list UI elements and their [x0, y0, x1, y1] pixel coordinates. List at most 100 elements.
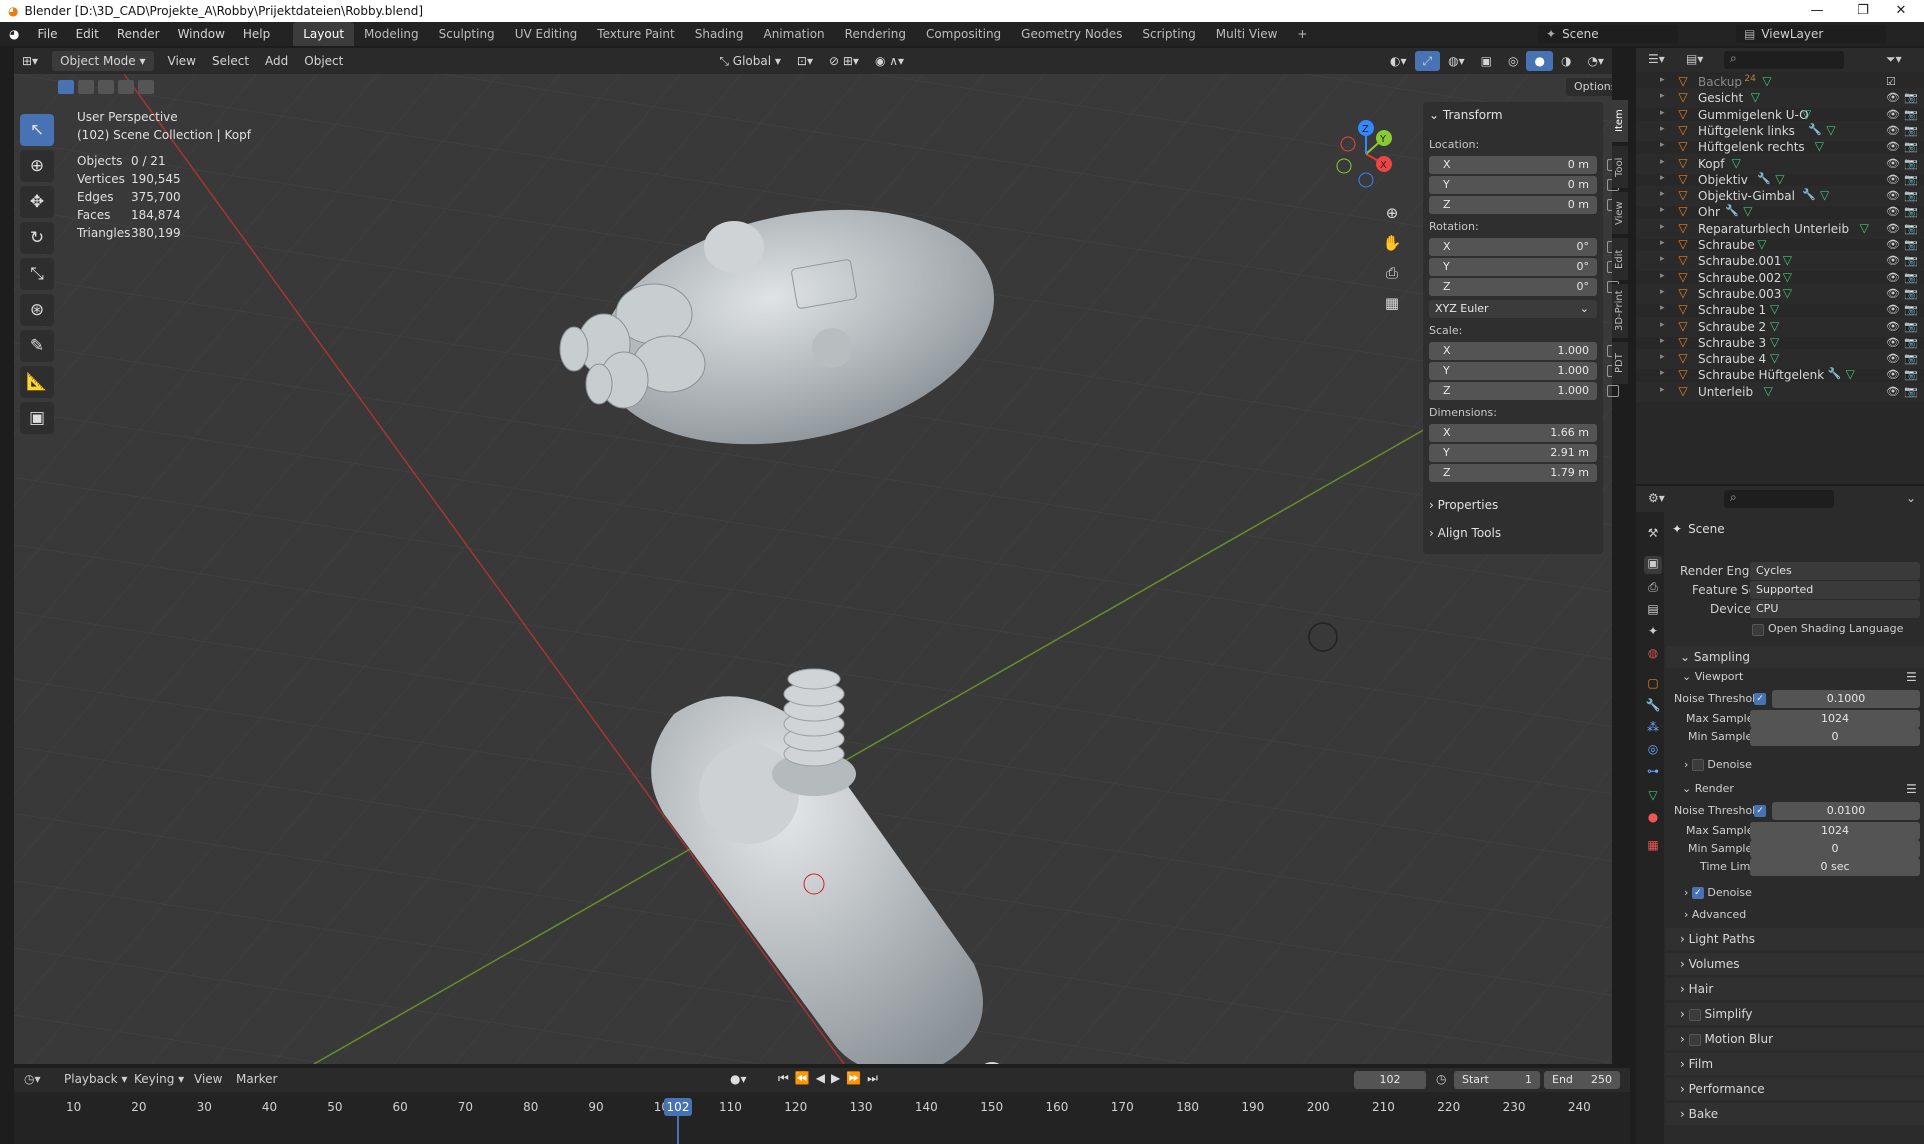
- material-tab-icon[interactable]: ●: [1644, 810, 1662, 828]
- camera-icon[interactable]: 📷: [1904, 336, 1918, 349]
- dimensions-z-field[interactable]: Z 1.79 m: [1429, 464, 1597, 482]
- mesh-data-icon[interactable]: ▽: [1846, 367, 1855, 381]
- properties-panel-header[interactable]: › Properties: [1429, 498, 1498, 512]
- menu-edit[interactable]: Edit: [67, 22, 108, 46]
- modifier-icon[interactable]: 🔧: [1802, 188, 1816, 201]
- vp-min-samples-field[interactable]: 0: [1750, 728, 1920, 746]
- expand-arrow-icon[interactable]: ▸: [1660, 303, 1665, 313]
- mesh-data-icon[interactable]: ▽: [1815, 139, 1824, 153]
- scene-selector[interactable]: ✦ Scene: [1538, 25, 1678, 43]
- rotation-x-field[interactable]: X 0°: [1429, 238, 1619, 256]
- start-frame-field[interactable]: Start 1: [1454, 1071, 1540, 1089]
- transform-tool-icon[interactable]: ⊛: [20, 294, 54, 326]
- tab-geometry-nodes[interactable]: Geometry Nodes: [1011, 22, 1132, 46]
- record-icon[interactable]: ●▾: [730, 1072, 747, 1086]
- r-denoise-checkbox[interactable]: ✓: [1691, 887, 1704, 899]
- eye-icon[interactable]: 👁: [1886, 173, 1900, 186]
- rotation-z-field[interactable]: Z 0°: [1429, 278, 1619, 296]
- world-tab-icon[interactable]: ◍: [1644, 646, 1662, 664]
- marker-menu[interactable]: Marker: [236, 1072, 277, 1086]
- mesh-data-icon[interactable]: ▽: [1751, 90, 1760, 104]
- expand-arrow-icon[interactable]: ▸: [1660, 254, 1665, 264]
- mesh-data-icon[interactable]: ▽: [1775, 172, 1784, 186]
- volumes-section[interactable]: › Volumes: [1666, 953, 1924, 975]
- mesh-data-icon[interactable]: ▽: [1802, 107, 1811, 121]
- hair-section[interactable]: › Hair: [1666, 978, 1924, 1000]
- tab-rendering[interactable]: Rendering: [835, 22, 916, 46]
- motion-blur-checkbox[interactable]: [1688, 1033, 1701, 1046]
- location-z-field[interactable]: Z 0 m: [1429, 196, 1619, 214]
- playback-controls[interactable]: ⏮⏪◀▶⏩⏭: [778, 1071, 884, 1086]
- snap-icon[interactable]: ⊘ ⊞▾: [821, 51, 867, 71]
- shading-rendered-icon[interactable]: ◔▾: [1579, 51, 1612, 71]
- cursor-tool-icon[interactable]: ⊕: [20, 150, 54, 182]
- expand-arrow-icon[interactable]: ▸: [1660, 287, 1665, 297]
- expand-arrow-icon[interactable]: ▸: [1660, 222, 1665, 232]
- object-tab-icon[interactable]: ▢: [1644, 676, 1662, 694]
- menu-view[interactable]: View: [160, 51, 204, 71]
- time-limit-field[interactable]: 0 sec: [1750, 858, 1920, 876]
- timeline-editor-icon[interactable]: ◷▾: [24, 1072, 41, 1086]
- vp-denoise-checkbox[interactable]: [1691, 759, 1704, 771]
- pan-hand-icon[interactable]: ✋: [1380, 228, 1404, 258]
- modifier-tab-icon[interactable]: 🔧: [1644, 698, 1662, 716]
- eye-icon[interactable]: 👁: [1886, 271, 1900, 284]
- expand-arrow-icon[interactable]: ▸: [1660, 385, 1665, 395]
- film-section[interactable]: › Film: [1666, 1053, 1924, 1075]
- outliner-search-input[interactable]: ⌕: [1724, 51, 1844, 69]
- scale-z-field[interactable]: Z 1.000: [1429, 382, 1619, 400]
- current-frame-field[interactable]: 102: [1354, 1071, 1426, 1089]
- orientation-dropdown[interactable]: ⤡ Global ▾: [711, 51, 789, 71]
- tool-tab-icon[interactable]: ⚒: [1644, 526, 1662, 544]
- menu-window[interactable]: Window: [169, 22, 234, 46]
- r-denoise-row[interactable]: › ✓ Denoise: [1684, 886, 1752, 899]
- keying-menu[interactable]: Keying ▾: [134, 1072, 184, 1086]
- menu-file[interactable]: File: [28, 22, 66, 46]
- particles-tab-icon[interactable]: ⁂: [1644, 720, 1662, 738]
- menu-select[interactable]: Select: [204, 51, 257, 71]
- camera-icon[interactable]: 📷: [1904, 352, 1918, 365]
- r-noise-threshold-checkbox[interactable]: ✓: [1754, 805, 1766, 817]
- tab-view[interactable]: View: [1612, 192, 1628, 234]
- mesh-data-icon[interactable]: ▽: [1783, 253, 1792, 267]
- navigation-gizmo[interactable]: X Y Z: [1326, 114, 1406, 194]
- expand-arrow-icon[interactable]: ▸: [1660, 189, 1665, 199]
- transform-header[interactable]: ⌄ Transform: [1429, 108, 1503, 122]
- simplify-section[interactable]: › Simplify: [1666, 1003, 1924, 1025]
- eye-icon[interactable]: 👁: [1886, 368, 1900, 381]
- measure-tool-icon[interactable]: 📐: [20, 366, 54, 398]
- expand-arrow-icon[interactable]: ▸: [1660, 75, 1665, 85]
- eye-icon[interactable]: 👁: [1886, 189, 1900, 202]
- camera-icon[interactable]: 📷: [1904, 205, 1918, 218]
- camera-icon[interactable]: 📷: [1904, 303, 1918, 316]
- motion-blur-section[interactable]: › Motion Blur: [1666, 1028, 1924, 1050]
- outliner-row[interactable]: ▸ ▽ Unterleib ▽ 👁 📷: [1636, 381, 1924, 402]
- tab-compositing[interactable]: Compositing: [916, 22, 1011, 46]
- vp-noise-threshold-field[interactable]: 0.1000: [1772, 690, 1920, 708]
- camera-icon[interactable]: 📷: [1904, 173, 1918, 186]
- modifier-icon[interactable]: 🔧: [1757, 172, 1771, 185]
- device-dropdown[interactable]: CPU: [1750, 600, 1920, 618]
- list-icon[interactable]: ☰: [1906, 782, 1917, 796]
- camera-icon[interactable]: 📷: [1904, 140, 1918, 153]
- eye-icon[interactable]: 👁: [1886, 205, 1900, 218]
- properties-search-input[interactable]: ⌕: [1724, 490, 1834, 508]
- tab-multi-view[interactable]: Multi View: [1206, 22, 1288, 46]
- eye-icon[interactable]: 👁: [1886, 108, 1900, 121]
- playback-menu[interactable]: Playback ▾: [64, 1072, 127, 1086]
- eye-icon[interactable]: 👁: [1886, 352, 1900, 365]
- tab-modeling[interactable]: Modeling: [354, 22, 429, 46]
- expand-arrow-icon[interactable]: ▸: [1660, 157, 1665, 167]
- constraints-tab-icon[interactable]: ⊶: [1644, 764, 1662, 782]
- render-tab-icon[interactable]: ▣: [1644, 556, 1662, 574]
- tab-scripting[interactable]: Scripting: [1132, 22, 1205, 46]
- mesh-data-icon[interactable]: ▽: [1770, 335, 1779, 349]
- add-cube-tool-icon[interactable]: ▣: [20, 402, 54, 434]
- xray-icon[interactable]: ▣: [1473, 51, 1500, 71]
- tab-edit[interactable]: Edit: [1612, 238, 1628, 280]
- mesh-data-icon[interactable]: ▽: [1783, 286, 1792, 300]
- menu-help[interactable]: Help: [234, 22, 279, 46]
- expand-arrow-icon[interactable]: ▸: [1660, 320, 1665, 330]
- rotation-mode-dropdown[interactable]: XYZ Euler ⌄: [1429, 300, 1597, 318]
- texture-tab-icon[interactable]: ▦: [1644, 838, 1662, 856]
